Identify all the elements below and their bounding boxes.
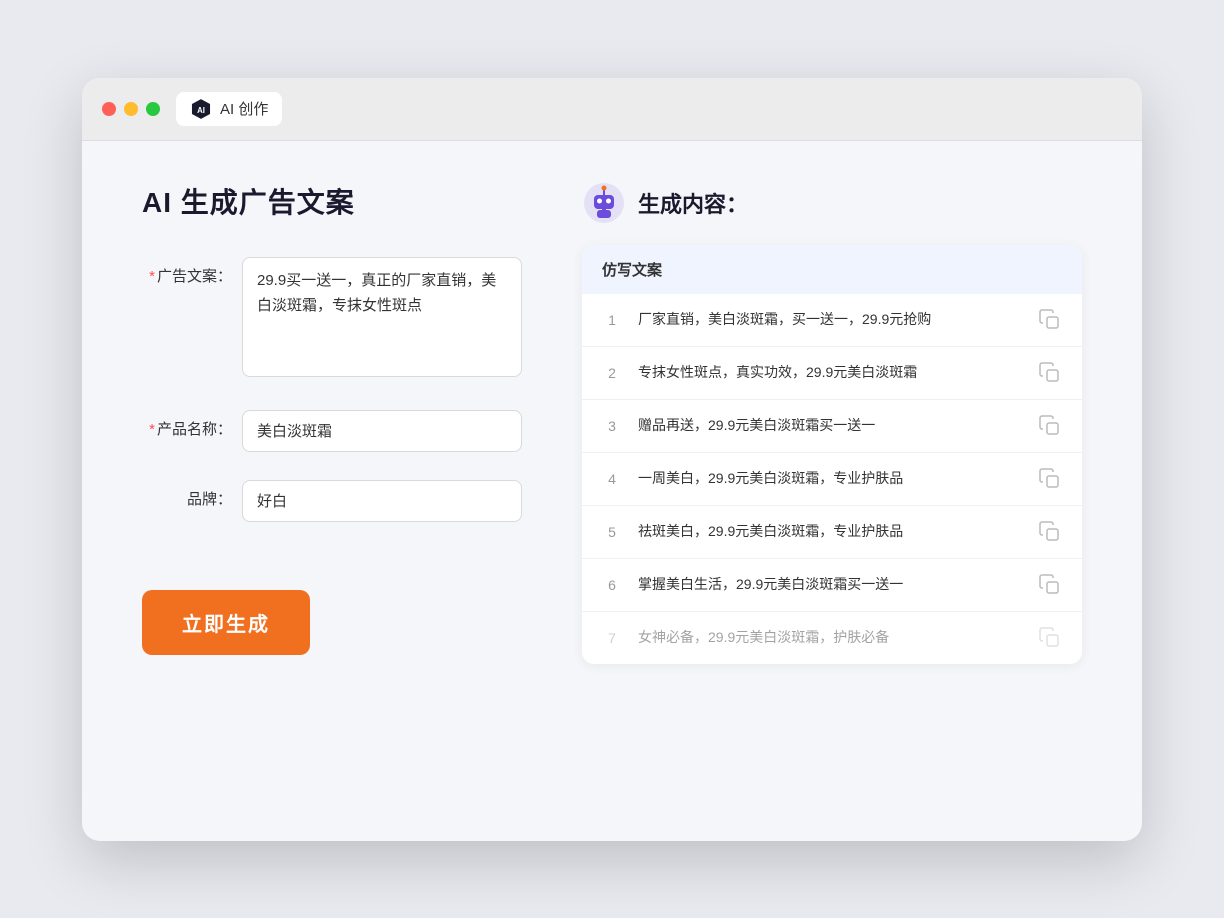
row-text: 赠品再送，29.9元美白淡斑霜买一送一 — [638, 415, 1022, 436]
traffic-lights — [102, 102, 160, 116]
robot-icon — [582, 181, 626, 225]
row-text: 祛斑美白，29.9元美白淡斑霜，专业护肤品 — [638, 521, 1022, 542]
browser-tab[interactable]: AI AI 创作 — [176, 92, 282, 126]
row-text: 掌握美白生活，29.9元美白淡斑霜买一送一 — [638, 574, 1022, 595]
result-table-header: 仿写文案 — [582, 245, 1082, 294]
brand-row: 品牌： — [142, 480, 522, 522]
traffic-light-yellow[interactable] — [124, 102, 138, 116]
generate-button[interactable]: 立即生成 — [142, 590, 310, 655]
row-num: 7 — [602, 630, 622, 646]
row-num: 6 — [602, 577, 622, 593]
row-text: 专抹女性斑点，真实功效，29.9元美白淡斑霜 — [638, 362, 1022, 383]
result-title: 生成内容： — [638, 187, 748, 219]
svg-text:AI: AI — [197, 105, 205, 114]
product-name-label: *产品名称： — [142, 410, 232, 439]
ad-copy-label: *广告文案： — [142, 257, 232, 286]
product-name-row: *产品名称： — [142, 410, 522, 452]
copy-icon[interactable] — [1038, 467, 1062, 491]
result-row: 1 厂家直销，美白淡斑霜，买一送一，29.9元抢购 — [582, 294, 1082, 347]
row-text: 女神必备，29.9元美白淡斑霜，护肤必备 — [638, 627, 1022, 648]
result-header: 生成内容： — [582, 181, 1082, 225]
ad-copy-textarea[interactable]: 29.9买一送一，真正的厂家直销，美白淡斑霜，专抹女性斑点 — [242, 257, 522, 377]
copy-icon[interactable] — [1038, 520, 1062, 544]
row-num: 4 — [602, 471, 622, 487]
ad-copy-row: *广告文案： 29.9买一送一，真正的厂家直销，美白淡斑霜，专抹女性斑点 — [142, 257, 522, 382]
row-text: 一周美白，29.9元美白淡斑霜，专业护肤品 — [638, 468, 1022, 489]
row-num: 1 — [602, 312, 622, 328]
result-row: 3 赠品再送，29.9元美白淡斑霜买一送一 — [582, 400, 1082, 453]
copy-icon[interactable] — [1038, 308, 1062, 332]
traffic-light-green[interactable] — [146, 102, 160, 116]
copy-icon[interactable] — [1038, 573, 1062, 597]
product-name-input-wrap — [242, 410, 522, 452]
ad-copy-input-wrap: 29.9买一送一，真正的厂家直销，美白淡斑霜，专抹女性斑点 — [242, 257, 522, 382]
product-name-input[interactable] — [242, 410, 522, 452]
required-star-ad: * — [149, 268, 155, 285]
copy-icon[interactable] — [1038, 626, 1062, 650]
copy-icon[interactable] — [1038, 361, 1062, 385]
result-row: 5 祛斑美白，29.9元美白淡斑霜，专业护肤品 — [582, 506, 1082, 559]
browser-content: AI 生成广告文案 *广告文案： 29.9买一送一，真正的厂家直销，美白淡斑霜，… — [82, 141, 1142, 841]
browser-titlebar: AI AI 创作 — [82, 78, 1142, 141]
row-num: 5 — [602, 524, 622, 540]
row-num: 2 — [602, 365, 622, 381]
ai-tab-icon: AI — [190, 98, 212, 120]
left-panel: AI 生成广告文案 *广告文案： 29.9买一送一，真正的厂家直销，美白淡斑霜，… — [142, 181, 522, 801]
page-title: AI 生成广告文案 — [142, 181, 522, 221]
tab-label: AI 创作 — [220, 98, 268, 119]
brand-input[interactable] — [242, 480, 522, 522]
traffic-light-red[interactable] — [102, 102, 116, 116]
result-table: 仿写文案 1 厂家直销，美白淡斑霜，买一送一，29.9元抢购 2 专抹女性斑点，… — [582, 245, 1082, 664]
result-row: 6 掌握美白生活，29.9元美白淡斑霜买一送一 — [582, 559, 1082, 612]
result-row: 2 专抹女性斑点，真实功效，29.9元美白淡斑霜 — [582, 347, 1082, 400]
copy-icon[interactable] — [1038, 414, 1062, 438]
browser-window: AI AI 创作 AI 生成广告文案 *广告文案： 29.9买一送一，真正的厂家… — [82, 78, 1142, 841]
required-star-product: * — [149, 421, 155, 438]
result-row-dimmed: 7 女神必备，29.9元美白淡斑霜，护肤必备 — [582, 612, 1082, 664]
right-panel: 生成内容： 仿写文案 1 厂家直销，美白淡斑霜，买一送一，29.9元抢购 2 专… — [582, 181, 1082, 801]
brand-input-wrap — [242, 480, 522, 522]
brand-label: 品牌： — [142, 480, 232, 509]
result-row: 4 一周美白，29.9元美白淡斑霜，专业护肤品 — [582, 453, 1082, 506]
row-num: 3 — [602, 418, 622, 434]
row-text: 厂家直销，美白淡斑霜，买一送一，29.9元抢购 — [638, 309, 1022, 330]
